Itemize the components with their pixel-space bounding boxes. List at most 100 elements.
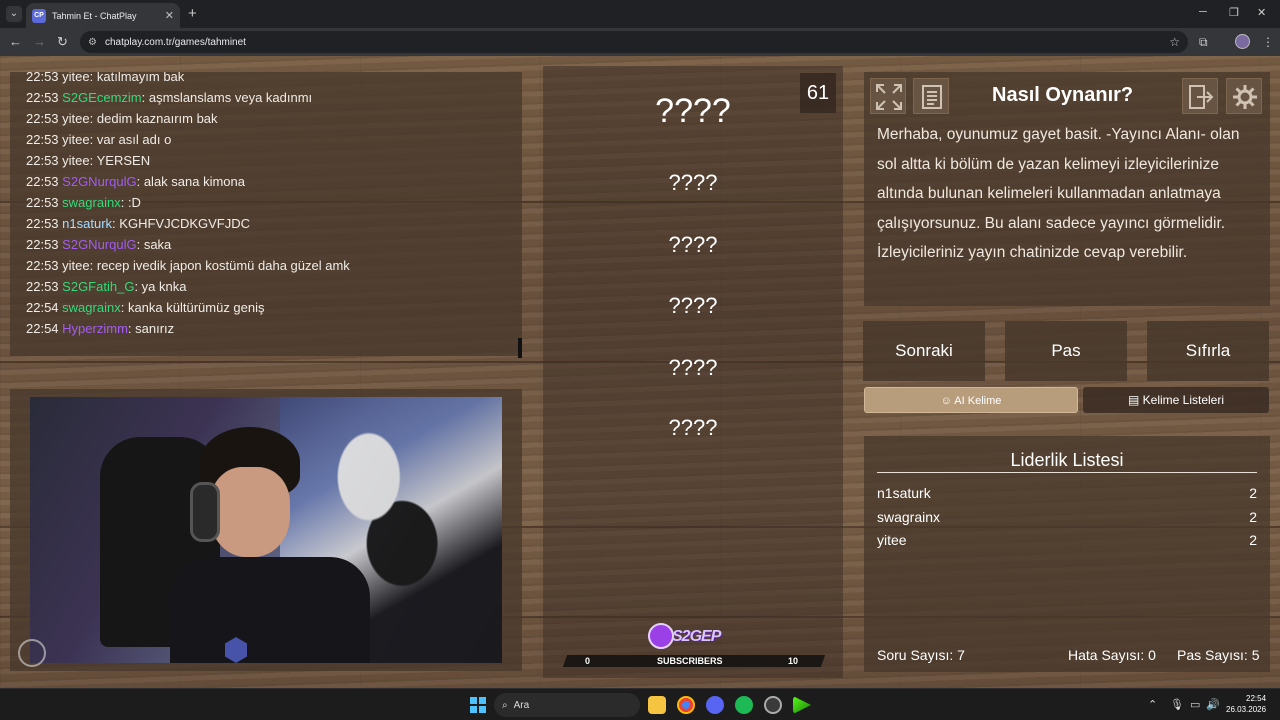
howto-description: Merhaba, oyunumuz gayet basit. -Yayıncı … [877, 126, 1240, 261]
new-tab-icon[interactable]: + [188, 5, 197, 22]
eye-logo-icon [648, 623, 674, 649]
tab-close-icon[interactable]: ✕ [165, 9, 174, 22]
ai-word-tab[interactable]: ☺ AI Kelime [864, 387, 1078, 413]
chat-username[interactable]: S2GNurqulG [62, 174, 136, 189]
chat-panel[interactable]: 22:53 yitee: katılmayım bak 22:53 S2GEcem… [10, 72, 522, 356]
tab-strip: ⌄ CP Tahmin Et - ChatPlay ✕ + ─ ❐ ✕ [0, 0, 1280, 28]
chat-username[interactable]: S2GEcemzim [62, 90, 141, 105]
notes-icon[interactable] [913, 78, 949, 114]
forward-icon[interactable]: → [33, 34, 46, 49]
chat-username[interactable]: S2GNurqulG [62, 237, 136, 252]
chat-message: 22:54 Hyperzimm: sanırız [26, 321, 175, 336]
streamer-figure [170, 427, 370, 663]
chat-username[interactable]: swagrainx [62, 195, 121, 210]
chat-username[interactable]: S2GFatih_G [62, 279, 134, 294]
divider [877, 472, 1257, 473]
chat-message: 22:53 S2GNurqulG: alak sana kimona [26, 174, 245, 189]
pass-count: Pas Sayısı: 5 [1177, 647, 1260, 663]
chat-username[interactable]: yitee [62, 132, 89, 147]
back-icon[interactable]: ← [9, 34, 22, 49]
file-explorer-icon[interactable] [648, 696, 666, 714]
reset-button[interactable]: Sıfırla [1147, 321, 1269, 381]
main-word: ???? [655, 92, 731, 130]
extensions-icon[interactable]: ⧉ [1199, 35, 1208, 50]
taskbar-search[interactable]: ⌕ Ara [494, 693, 640, 717]
chat-username[interactable]: Hyperzimm [62, 321, 128, 336]
chat-message: 22:53 yitee: recep ivedik japon kostümü … [26, 258, 350, 273]
chat-message: 22:53 yitee: YERSEN [26, 153, 151, 168]
windows-taskbar: ⌕ Ara ⌃ 🎙 ▭ 🔊 22:54 26.03.2026 [0, 688, 1280, 720]
leaderboard-title: Liderlik Listesi [1010, 450, 1124, 470]
chat-message: 22:53 swagrainx: :D [26, 195, 141, 210]
tab-search-icon[interactable]: ⌄ [6, 6, 22, 22]
forbidden-word: ???? [668, 415, 718, 440]
word-lists-tab[interactable]: ▤ Kelime Listeleri [1083, 387, 1269, 413]
subscriber-current: 0 [585, 656, 591, 666]
volume-icon[interactable]: 🔊 [1206, 698, 1220, 711]
microphone-icon[interactable]: 🎙 [1170, 698, 1184, 711]
chat-username[interactable]: yitee [62, 72, 89, 84]
timer-badge: 61 [800, 73, 836, 113]
chat-message: 22:53 yitee: var asıl adı o [26, 132, 172, 147]
kick-icon[interactable] [793, 696, 811, 714]
forbidden-word: ???? [668, 232, 718, 257]
question-count: Soru Sayısı: 7 [877, 647, 965, 663]
star-icon[interactable]: ☆ [1169, 35, 1180, 49]
pass-button[interactable]: Pas [1005, 321, 1127, 381]
chat-username[interactable]: yitee [62, 111, 89, 126]
chat-message: 22:53 n1saturk: KGHFVJCDKGVFJDC [26, 216, 251, 231]
leaderboard-row: yitee 2 [877, 532, 1257, 548]
tray-chevron-icon[interactable]: ⌃ [1148, 698, 1157, 711]
profile-avatar[interactable] [1235, 34, 1250, 49]
reload-icon[interactable]: ↻ [57, 34, 68, 50]
chat-message: 22:53 yitee: katılmayım bak [26, 72, 350, 87]
browser-tab-active[interactable]: CP Tahmin Et - ChatPlay ✕ [26, 3, 180, 28]
chat-username[interactable]: n1saturk [62, 216, 112, 231]
taskbar-clock[interactable]: 22:54 26.03.2026 [1226, 693, 1266, 715]
tab-favicon: CP [32, 8, 46, 23]
subscriber-label: SUBSCRIBERS [657, 656, 723, 666]
site-info-icon[interactable]: ⚙ [88, 37, 97, 48]
record-indicator-icon [18, 639, 46, 667]
robot-icon: ☺ [940, 395, 955, 407]
exit-icon[interactable] [1182, 78, 1218, 114]
chat-scrollbar[interactable] [518, 338, 522, 358]
minimize-icon[interactable]: ─ [1199, 6, 1207, 18]
start-icon[interactable] [470, 697, 486, 713]
forbidden-word: ???? [668, 170, 718, 195]
chat-username[interactable]: yitee [62, 153, 89, 168]
restore-icon[interactable]: ❐ [1229, 6, 1239, 19]
tab-title: Tahmin Et - ChatPlay [52, 10, 137, 21]
url-text: chatplay.com.tr/games/tahminet [104, 36, 246, 48]
next-button[interactable]: Sonraki [863, 321, 985, 381]
chat-username[interactable]: yitee [62, 258, 89, 273]
chat-username[interactable]: swagrainx [62, 300, 121, 315]
forbidden-word: ???? [668, 293, 718, 318]
close-window-icon[interactable]: ✕ [1257, 6, 1266, 19]
webcam-video [30, 397, 502, 663]
howto-title: Nasıl Oynanır? [992, 84, 1134, 106]
url-bar[interactable]: ⚙ chatplay.com.tr/games/tahminet ☆ [80, 31, 1188, 53]
app-icon[interactable] [764, 696, 782, 714]
chat-message: 22:54 swagrainx: kanka kültürümüz geniş [26, 300, 265, 315]
settings-gear-icon[interactable] [1226, 78, 1262, 114]
headset-icon [190, 482, 220, 542]
chrome-icon[interactable] [677, 696, 695, 714]
chat-message: 22:53 S2GNurqulG: saka [26, 237, 172, 252]
leaderboard-row: swagrainx 2 [877, 509, 1257, 525]
chat-message: 22:53 S2GEcemzim: aşmslanslams veya kadı… [26, 90, 313, 105]
display-icon[interactable]: ▭ [1190, 698, 1200, 711]
leaderboard-row: n1saturk 2 [877, 485, 1257, 501]
chat-message-list: 22:53 yitee: katılmayım bak 22:53 S2GEcem… [26, 72, 350, 339]
address-bar: ← → ↻ ⚙ chatplay.com.tr/games/tahminet ☆… [0, 28, 1280, 56]
menu-icon[interactable]: ⋮ [1262, 35, 1274, 49]
forbidden-word: ???? [668, 355, 718, 380]
chat-message: 22:53 yitee: dedim kaznaırım bak [26, 111, 218, 126]
error-count: Hata Sayısı: 0 [1068, 647, 1156, 663]
fullscreen-icon[interactable] [870, 78, 906, 114]
spotify-icon[interactable] [735, 696, 753, 714]
discord-icon[interactable] [706, 696, 724, 714]
list-icon: ▤ [1127, 393, 1143, 407]
search-icon: ⌕ [502, 699, 508, 711]
subscriber-goal: 10 [788, 656, 799, 666]
